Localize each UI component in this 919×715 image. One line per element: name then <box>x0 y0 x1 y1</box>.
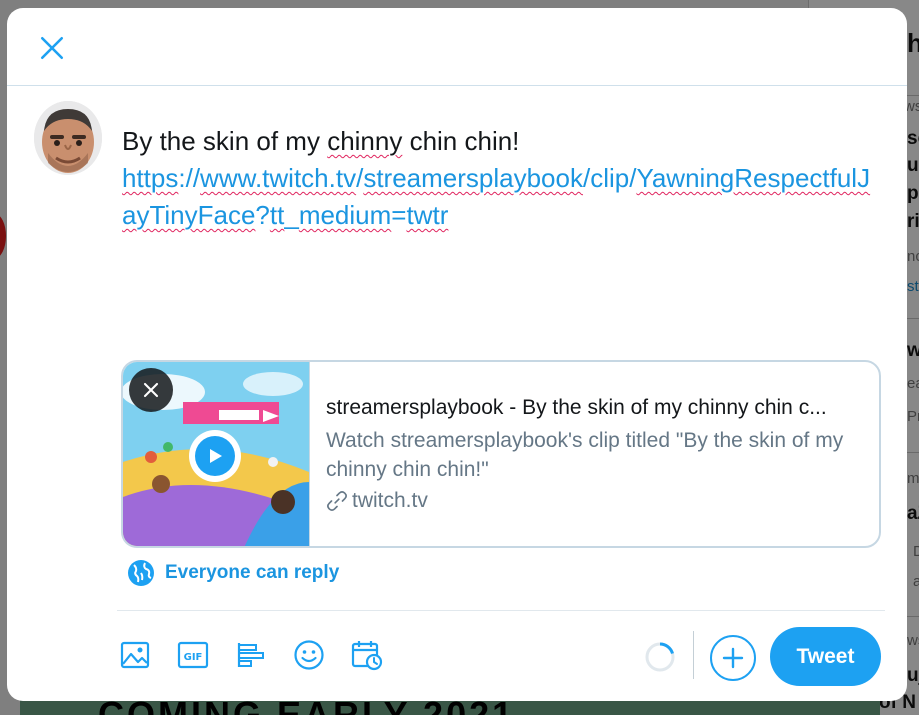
poll-button[interactable] <box>233 636 269 674</box>
toolbar-separator <box>693 631 694 679</box>
modal-header <box>7 8 907 86</box>
globe-icon <box>128 560 154 586</box>
tweet-compose-input[interactable]: By the skin of my chinny chin chin! http… <box>122 123 882 234</box>
emoji-button[interactable] <box>291 636 327 674</box>
close-button[interactable] <box>35 31 69 65</box>
card-thumbnail[interactable] <box>123 362 309 546</box>
play-icon <box>210 449 222 463</box>
link-icon <box>327 491 347 511</box>
plus-icon <box>722 647 744 669</box>
compose-tweet-modal: By the skin of my chinny chin chin! http… <box>7 8 907 701</box>
gif-icon: GIF <box>177 641 209 669</box>
schedule-button[interactable] <box>349 636 385 674</box>
toolbar-divider <box>117 610 885 611</box>
compose-link: https://www.twitch.tv/streamersplaybook/… <box>122 163 871 230</box>
poll-icon <box>237 643 264 667</box>
card-title: streamersplaybook - By the skin of my ch… <box>326 396 827 419</box>
close-icon <box>40 36 64 60</box>
gif-button[interactable]: GIF <box>175 636 211 674</box>
remove-card-button[interactable] <box>129 368 173 412</box>
background-avatar-edge <box>0 214 6 258</box>
close-icon <box>143 382 159 398</box>
media-button[interactable] <box>117 636 153 674</box>
play-button[interactable] <box>189 430 241 482</box>
card-domain: twitch.tv <box>326 487 863 515</box>
card-description: Watch streamersplaybook's clip titled "B… <box>326 429 844 481</box>
reply-setting-button[interactable]: Everyone can reply <box>127 559 339 587</box>
card-body: streamersplaybook - By the skin of my ch… <box>309 362 879 546</box>
link-preview-card[interactable]: streamersplaybook - By the skin of my ch… <box>121 360 881 548</box>
misspelled-word: chinny <box>327 126 403 156</box>
svg-text:GIF: GIF <box>184 652 203 663</box>
emoji-icon <box>294 640 324 670</box>
reply-setting-label: Everyone can reply <box>165 562 340 583</box>
media-icon <box>120 641 150 669</box>
schedule-icon <box>351 641 383 671</box>
add-tweet-button[interactable] <box>710 635 756 681</box>
compose-toolbar: GIF <box>117 636 385 674</box>
compose-text-line: By the skin of my chinny chin chin! <box>122 126 520 156</box>
tweet-button[interactable]: Tweet <box>770 627 881 686</box>
bg-heading-fragment: h <box>907 28 919 58</box>
character-progress-indicator <box>645 642 675 672</box>
avatar <box>34 101 102 175</box>
